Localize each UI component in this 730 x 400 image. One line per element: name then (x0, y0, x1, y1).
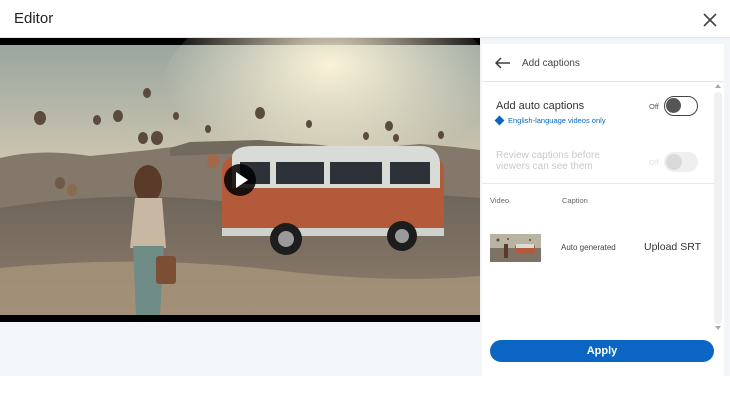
caption-list-item: Auto generated Upload SRT (482, 228, 714, 262)
page-title: Editor (14, 10, 54, 27)
video-player[interactable] (0, 38, 480, 322)
info-diamond-icon (494, 115, 505, 126)
scroll-track[interactable] (714, 92, 722, 324)
toggle-knob (666, 154, 682, 170)
arrow-left-icon[interactable] (494, 54, 512, 72)
play-button[interactable] (224, 164, 256, 196)
auto-captions-label: Add auto captions (496, 100, 585, 112)
review-captions-row: Review captions before viewers can see t… (482, 144, 714, 184)
panel-header: Add captions (482, 44, 724, 82)
auto-captions-toggle[interactable] (664, 96, 698, 116)
column-header-caption: Caption (562, 196, 588, 205)
panel-title: Add captions (522, 58, 580, 69)
captions-panel: Add captions Add auto captions English-l… (482, 44, 724, 376)
upload-srt-button[interactable]: Upload SRT (644, 241, 701, 253)
panel-scrollbar[interactable] (714, 84, 722, 332)
review-captions-state: Off (649, 158, 659, 167)
video-thumbnail (490, 234, 541, 262)
auto-captions-note: English-language videos only (494, 115, 606, 126)
scroll-down-arrow-icon[interactable] (715, 326, 721, 330)
column-header-video: Video (490, 196, 510, 205)
toggle-knob (666, 98, 681, 113)
review-captions-label: Review captions before viewers can see t… (496, 150, 600, 172)
editor-header: Editor (0, 0, 730, 38)
editor-body: Add captions Add auto captions English-l… (0, 38, 730, 376)
review-captions-toggle[interactable] (664, 152, 698, 172)
close-icon[interactable] (700, 10, 720, 30)
apply-button[interactable]: Apply (490, 340, 714, 362)
auto-captions-state: Off (649, 102, 659, 111)
auto-captions-row: Add auto captions English-language video… (482, 86, 714, 138)
scroll-up-arrow-icon[interactable] (715, 84, 721, 88)
caption-status: Auto generated (561, 243, 616, 252)
play-icon (236, 172, 248, 188)
auto-captions-note-text: English-language videos only (508, 116, 606, 125)
